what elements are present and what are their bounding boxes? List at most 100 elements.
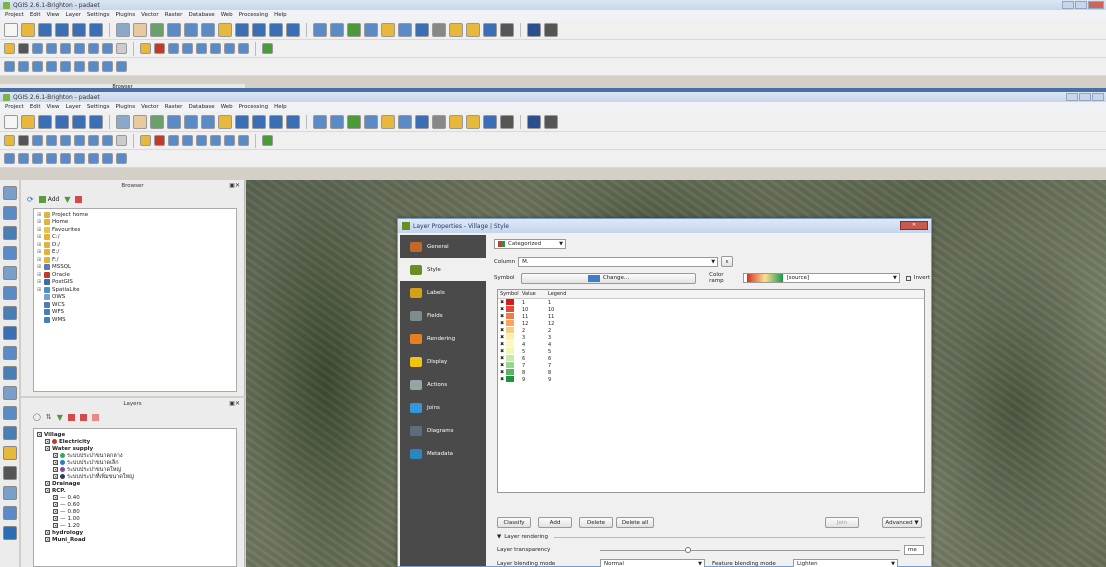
add-layer-button[interactable]: Add [38,195,59,203]
add-layer-tool-icon[interactable] [2,526,17,540]
bookmark-icon[interactable] [483,114,497,129]
category-checkbox[interactable]: ✖ [500,342,504,348]
delete-all-button[interactable]: Delete all [616,517,654,528]
categories-table[interactable]: Symbol Value Legend ✖ 1 1 ✖ 10 10 ✖ 11 11 ✖ 12 12 ✖ 2… [497,289,925,493]
table-row[interactable]: ✖ 4 4 [498,341,924,348]
add-layer-tool-icon[interactable] [2,426,17,440]
layer-visibility-checkbox[interactable]: ✕ [53,516,58,521]
add-layer-tool-icon[interactable] [2,466,17,480]
zoom-out-icon[interactable] [167,22,181,37]
browser-item[interactable]: ⊞ C:/ [37,234,233,242]
refresh-icon[interactable] [286,114,300,129]
add-layer-tool-icon[interactable] [2,326,17,340]
classify-button[interactable]: Classify [497,517,531,528]
tool-icon[interactable] [74,153,85,164]
layer-visibility-checkbox[interactable]: ✕ [45,481,50,486]
tool-icon[interactable] [18,43,29,54]
bookmark-icon[interactable] [483,22,497,37]
menu-raster[interactable]: Raster [165,12,183,18]
add-layer-tool-icon[interactable] [2,286,17,300]
category-checkbox[interactable]: ✖ [500,328,504,334]
menu-processing[interactable]: Processing [239,12,268,18]
expand-icon[interactable]: ⊞ [37,227,42,233]
tool-icon[interactable] [182,43,193,54]
add-layer-tool-icon[interactable] [2,446,17,460]
identify-icon[interactable] [313,22,327,37]
tool-icon[interactable] [116,135,127,146]
tool-icon[interactable] [224,135,235,146]
help-icon[interactable] [527,22,541,37]
tool-icon[interactable] [4,153,15,164]
category-checkbox[interactable]: ✖ [500,307,504,313]
menu-database[interactable]: Database [188,12,214,18]
layer-item[interactable]: ✕ —1.20 [37,522,233,529]
add-layer-tool-icon[interactable] [2,406,17,420]
browser-item[interactable]: ⊞ D:/ [37,241,233,249]
help-icon[interactable] [527,114,541,129]
deselect-icon[interactable] [347,22,361,37]
category-checkbox[interactable]: ✖ [500,321,504,327]
zoom-in-icon[interactable] [150,22,164,37]
category-checkbox[interactable]: ✖ [500,370,504,376]
table-row[interactable]: ✖ 7 7 [498,362,924,369]
category-checkbox[interactable]: ✖ [500,335,504,341]
category-checkbox[interactable]: ✖ [500,356,504,362]
add-layer-tool-icon[interactable] [2,306,17,320]
browser-item[interactable]: WCS [37,301,233,309]
join-button[interactable]: Join [825,517,859,528]
tool-icon[interactable] [32,61,43,72]
menu-view[interactable]: View [46,12,59,18]
browser-item[interactable]: ⊞ MSSQL [37,264,233,272]
sidebar-item-fields[interactable]: Fields [400,304,486,327]
layer-rendering-header[interactable]: ▼ Layer rendering [497,533,925,541]
tool-icon[interactable] [102,43,113,54]
renderer-select[interactable]: Categorized ▼ [494,239,566,249]
tool-icon[interactable] [238,135,249,146]
add-layer-tool-icon[interactable] [2,206,17,220]
tool-icon[interactable] [154,43,165,54]
sidebar-item-joins[interactable]: Joins [400,396,486,419]
menu-raster[interactable]: Raster [165,104,183,110]
print-composer-icon[interactable] [72,22,86,37]
tool-icon[interactable] [46,43,57,54]
panel-close-icon[interactable]: ▣✕ [229,400,240,407]
close-button[interactable] [1088,1,1104,9]
open-project-icon[interactable] [21,22,35,37]
layer-visibility-checkbox[interactable]: ✕ [37,432,42,437]
layer-item[interactable]: ✕ Muni_Road [37,536,233,543]
collapse-icon[interactable] [75,195,83,203]
zoom-to-layer-icon[interactable] [235,22,249,37]
table-row[interactable]: ✖ 1 1 [498,299,924,306]
layer-item[interactable]: ✕ —0.80 [37,508,233,515]
minimize-button[interactable] [1062,1,1074,9]
zoom-last-icon[interactable] [252,22,266,37]
tool-icon[interactable] [140,43,151,54]
tool-icon[interactable] [60,153,71,164]
browser-item[interactable]: ⊞ SpatiaLite [37,286,233,294]
layer-visibility-checkbox[interactable]: ✕ [45,446,50,451]
statistics-icon[interactable] [415,114,429,129]
measure-icon[interactable] [398,22,412,37]
add-layer-tool-icon[interactable] [2,186,17,200]
browser-item[interactable]: ⊞ PostGIS [37,279,233,287]
browser-item[interactable]: ⊞ E:/ [37,249,233,257]
tool-icon[interactable] [210,43,221,54]
identify-icon[interactable] [313,114,327,129]
tool-icon[interactable] [116,61,127,72]
delete-button[interactable]: Delete [579,517,613,528]
pan-icon[interactable] [116,22,130,37]
add-button[interactable]: Add [538,517,572,528]
field-calculator-icon[interactable] [381,114,395,129]
table-row[interactable]: ✖ 10 10 [498,306,924,313]
menu-edit[interactable]: Edit [30,104,41,110]
menu-settings[interactable]: Settings [87,104,110,110]
table-row[interactable]: ✖ 5 5 [498,348,924,355]
deselect-icon[interactable] [347,114,361,129]
visibility-icon[interactable]: ◯ [33,413,41,421]
browser-item[interactable]: ⊞ Project home [37,211,233,219]
tool-icon[interactable] [88,43,99,54]
layer-visibility-checkbox[interactable]: ✕ [53,460,58,465]
table-row[interactable]: ✖ 11 11 [498,313,924,320]
field-calculator-icon[interactable] [381,22,395,37]
sidebar-item-rendering[interactable]: Rendering [400,327,486,350]
